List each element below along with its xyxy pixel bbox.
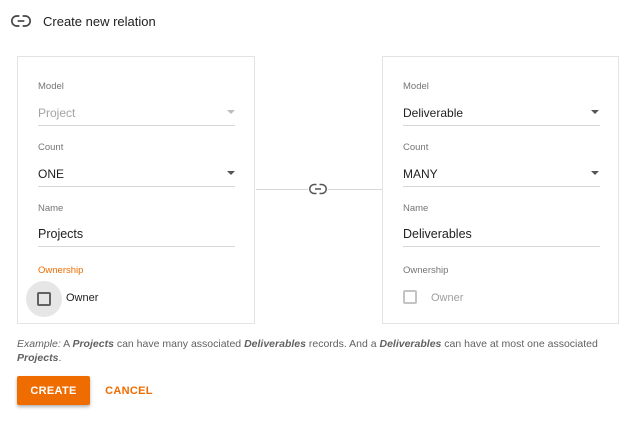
ownership-label: Ownership: [38, 265, 84, 276]
dialog-header: Create new relation: [0, 0, 640, 44]
name-underline: [38, 246, 235, 247]
model-value: Project: [38, 106, 76, 120]
example-text: A: [60, 338, 73, 350]
model-label: Model: [403, 81, 429, 92]
example-text: can have at most one associated: [441, 338, 598, 350]
count-label: Count: [403, 142, 429, 153]
example-model: Projects: [72, 338, 114, 350]
owner-checkbox[interactable]: [403, 290, 417, 304]
model-label: Model: [38, 81, 64, 92]
count-underline: [38, 186, 235, 187]
count-underline: [403, 186, 600, 187]
example-text: .: [58, 352, 62, 364]
link-icon: [309, 183, 327, 195]
chevron-down-icon: [591, 110, 599, 114]
owner-checkbox[interactable]: [37, 292, 51, 306]
chevron-down-icon: [227, 110, 235, 114]
name-value: Projects: [38, 227, 84, 241]
example-prefix: Example:: [17, 338, 61, 350]
example-model: Deliverables: [379, 338, 442, 350]
owner-label: Owner: [66, 292, 99, 304]
name-label: Name: [38, 203, 64, 214]
model-underline: [403, 125, 600, 126]
model-value: Deliverable: [403, 106, 464, 120]
target-model-card: Model Deliverable Count MANY Name Delive…: [382, 56, 619, 324]
source-model-card: Model Project Count ONE Name Projects Ow…: [17, 56, 255, 324]
chevron-down-icon: [227, 171, 235, 175]
example-model: Projects: [17, 352, 59, 364]
name-label: Name: [403, 203, 429, 214]
relation-example-text: Example: A Projects can have many associ…: [17, 337, 617, 365]
ownership-label: Ownership: [403, 265, 449, 276]
owner-checkbox-ripple[interactable]: [26, 281, 62, 317]
chevron-down-icon: [591, 171, 599, 175]
example-text: records. And a: [305, 338, 380, 350]
connector-line-right: [328, 189, 382, 190]
cancel-button[interactable]: CANCEL: [98, 376, 160, 405]
count-value: ONE: [38, 167, 65, 181]
dialog-title: Create new relation: [43, 14, 156, 29]
name-underline: [403, 246, 600, 247]
count-label: Count: [38, 142, 64, 153]
example-text: can have many associated: [113, 338, 245, 350]
name-value: Deliverables: [403, 227, 472, 241]
create-button[interactable]: CREATE: [17, 376, 90, 405]
model-underline: [38, 125, 235, 126]
connector-line-left: [256, 189, 308, 190]
example-model: Deliverables: [244, 338, 306, 350]
owner-label: Owner: [431, 292, 464, 304]
link-icon: [11, 15, 31, 27]
count-value: MANY: [403, 167, 438, 181]
